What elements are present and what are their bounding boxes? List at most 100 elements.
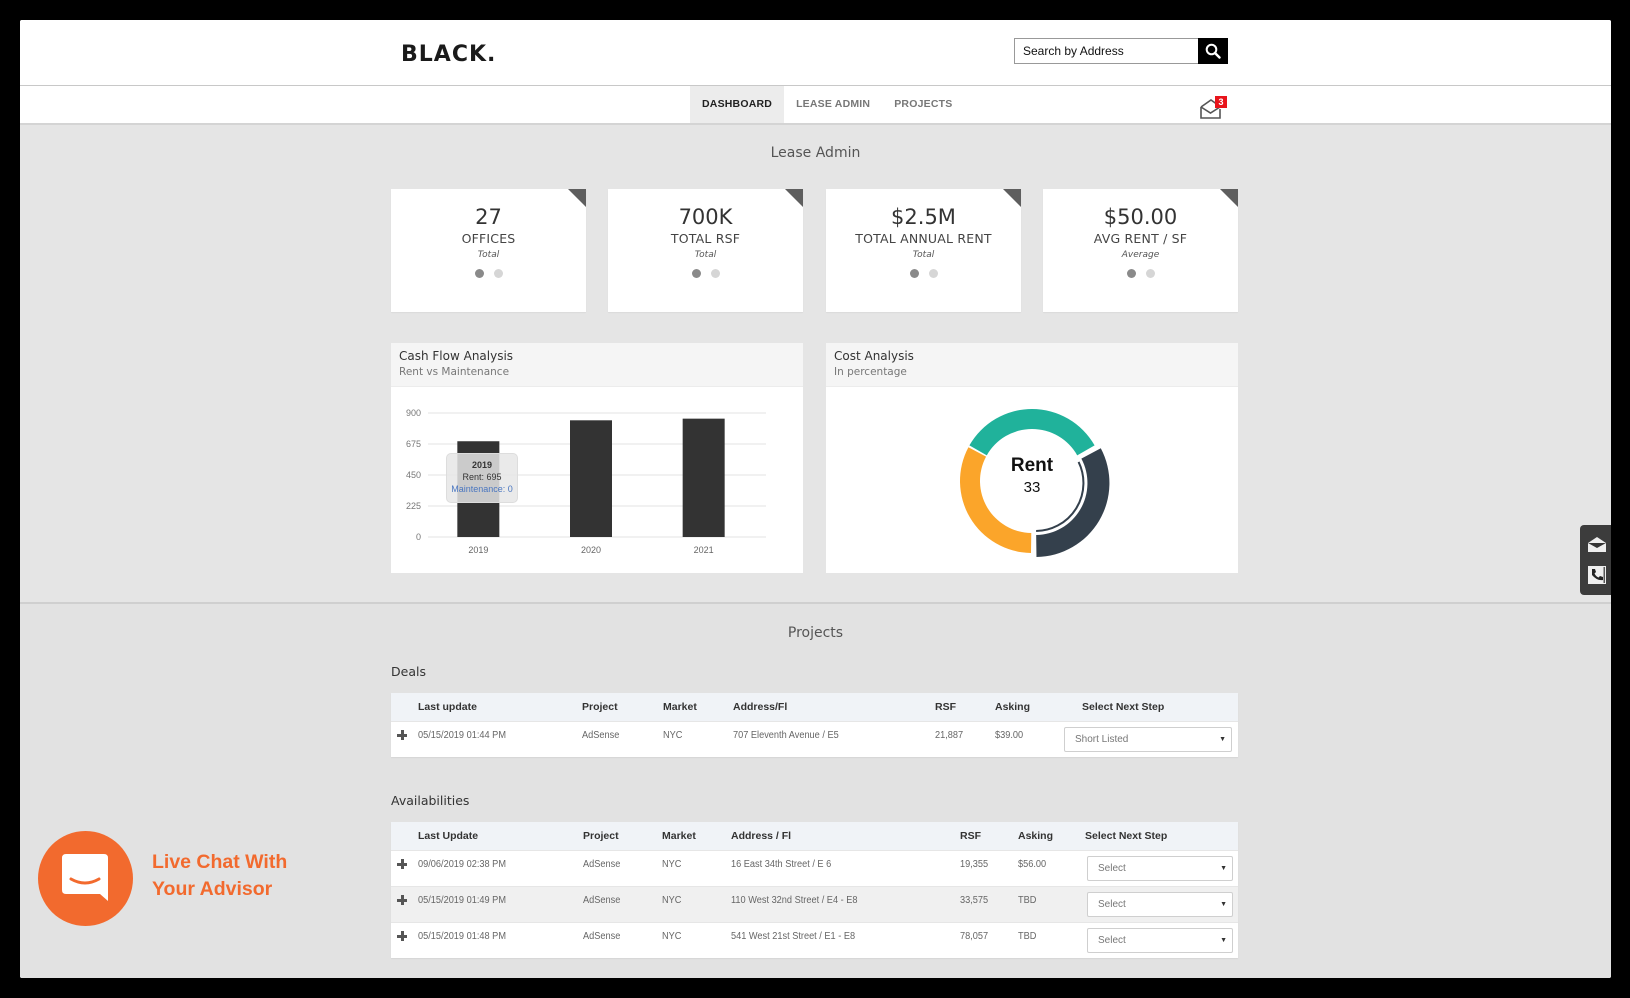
carousel-dot[interactable] [710, 269, 720, 278]
search-button[interactable] [1198, 38, 1228, 64]
carousel-dot[interactable] [493, 269, 503, 278]
col-asking[interactable]: Asking [1018, 822, 1053, 850]
search-icon [1205, 43, 1221, 59]
col-next-step[interactable]: Select Next Step [1082, 693, 1164, 721]
carousel-dot[interactable] [1126, 269, 1136, 278]
availabilities-heading: Availabilities [391, 793, 470, 808]
tab-dashboard[interactable]: DASHBOARD [690, 86, 785, 123]
table-header: Last update Project Market Address/Fl RS… [391, 693, 1238, 721]
bar-rent-2020[interactable] [570, 420, 612, 537]
next-step-select[interactable]: Select ▼ [1087, 928, 1233, 953]
notification-badge: 3 [1215, 96, 1227, 108]
carousel-dot[interactable] [691, 269, 701, 278]
carousel-dots [826, 269, 1021, 278]
x-tick-label: 2020 [581, 545, 601, 555]
cell-market: NYC [662, 931, 682, 942]
donut-center-label: Rent [1010, 455, 1054, 476]
cell-address: 707 Eleventh Avenue / E5 [733, 730, 839, 741]
col-asking[interactable]: Asking [995, 693, 1030, 721]
col-rsf[interactable]: RSF [960, 822, 981, 850]
cell-market: NYC [662, 895, 682, 906]
card-corner-icon[interactable] [1003, 189, 1021, 207]
cell-last-update: 05/15/2019 01:49 PM [418, 895, 506, 906]
stat-label: TOTAL RSF [670, 231, 741, 246]
live-chat-line2: Your Advisor [152, 878, 273, 900]
live-chat-label[interactable]: Live Chat With Your Advisor [152, 849, 287, 903]
next-step-select[interactable]: Select ▼ [1087, 856, 1233, 881]
col-project[interactable]: Project [582, 693, 618, 721]
x-tick-label: 2019 [468, 545, 488, 555]
col-rsf[interactable]: RSF [935, 693, 956, 721]
nav-tabs: DASHBOARD LEASE ADMIN PROJECTS [690, 86, 964, 123]
col-address[interactable]: Address/Fl [733, 693, 787, 721]
search-bar [1014, 38, 1228, 64]
mail-button[interactable] [1587, 535, 1607, 555]
card-corner-icon[interactable] [785, 189, 803, 207]
chat-bubble-icon [62, 854, 108, 901]
col-address[interactable]: Address / Fl [731, 822, 791, 850]
stat-value: 700K [678, 205, 733, 229]
stat-sub: Total [912, 250, 935, 260]
y-tick-label: 225 [406, 501, 421, 511]
logo[interactable]: BLACK. [401, 42, 496, 67]
col-market[interactable]: Market [662, 822, 696, 850]
stat-sub: Average [1121, 250, 1160, 260]
stat-card-offices: 27 OFFICES Total [391, 189, 586, 312]
expand-plus-icon[interactable] [397, 895, 407, 905]
chart-title: Cost Analysis [834, 349, 914, 363]
carousel-dot[interactable] [928, 269, 938, 278]
carousel-dot[interactable] [474, 269, 484, 278]
cell-address: 16 East 34th Street / E 6 [731, 859, 832, 870]
next-step-select[interactable]: Select ▼ [1087, 892, 1233, 917]
phone-button[interactable] [1587, 565, 1607, 585]
expand-plus-icon[interactable] [397, 730, 407, 740]
bar-rent-2021[interactable] [682, 418, 725, 537]
col-next-step[interactable]: Select Next Step [1085, 822, 1167, 850]
cell-rsf: 19,355 [960, 859, 989, 870]
chart-title: Cash Flow Analysis [399, 349, 514, 363]
tab-projects[interactable]: PROJECTS [882, 86, 964, 123]
tooltip-title: 2019 [471, 460, 493, 470]
chevron-down-icon: ▼ [1220, 937, 1227, 944]
cell-project: AdSense [583, 931, 621, 942]
availabilities-table: Last Update Project Market Address / Fl … [391, 822, 1238, 958]
card-corner-icon[interactable] [568, 189, 586, 207]
tooltip-rent: Rent: 695 [462, 472, 502, 482]
stat-sub: Total [694, 250, 717, 260]
donut-center-value: 33 [1023, 479, 1041, 496]
col-last-update[interactable]: Last Update [418, 822, 478, 850]
col-project[interactable]: Project [583, 822, 619, 850]
top-header: BLACK. [20, 20, 1611, 86]
live-chat-line1: Live Chat With [152, 851, 288, 873]
y-tick-label: 900 [406, 408, 421, 418]
carousel-dot[interactable] [1145, 269, 1155, 278]
cell-last-update: 05/15/2019 01:44 PM [418, 730, 506, 741]
tab-lease-admin[interactable]: LEASE ADMIN [784, 86, 882, 123]
cell-project: AdSense [583, 859, 621, 870]
cell-rsf: 78,057 [960, 931, 989, 942]
cost-analysis-card: Cost Analysis In percentage Rent 33 [826, 343, 1238, 573]
select-value: Select [1098, 935, 1126, 946]
cell-address: 541 West 21st Street / E1 - E8 [731, 931, 856, 942]
card-corner-icon[interactable] [1220, 189, 1238, 207]
notifications-button[interactable]: 3 [1199, 94, 1229, 120]
next-step-select[interactable]: Short Listed ▼ [1064, 727, 1232, 752]
y-tick-label: 450 [406, 470, 421, 480]
col-market[interactable]: Market [663, 693, 697, 721]
select-value: Short Listed [1075, 734, 1129, 745]
expand-plus-icon[interactable] [397, 859, 407, 869]
expand-plus-icon[interactable] [397, 931, 407, 941]
stat-card-total-rsf: 700K TOTAL RSF Total [608, 189, 803, 312]
live-chat-widget[interactable]: Live Chat With Your Advisor [38, 831, 308, 926]
cell-asking: $56.00 [1018, 859, 1047, 870]
donut-slice-3[interactable] [969, 409, 1095, 456]
carousel-dot[interactable] [909, 269, 919, 278]
chat-button[interactable] [38, 831, 133, 926]
deals-table: Last update Project Market Address/Fl RS… [391, 693, 1238, 757]
col-last-update[interactable]: Last update [418, 693, 477, 721]
search-input[interactable] [1014, 38, 1198, 64]
chevron-down-icon: ▼ [1220, 901, 1227, 908]
cell-rsf: 21,887 [935, 730, 964, 741]
lease-admin-title: Lease Admin [770, 145, 861, 161]
stat-label: TOTAL ANNUAL RENT [855, 231, 992, 246]
